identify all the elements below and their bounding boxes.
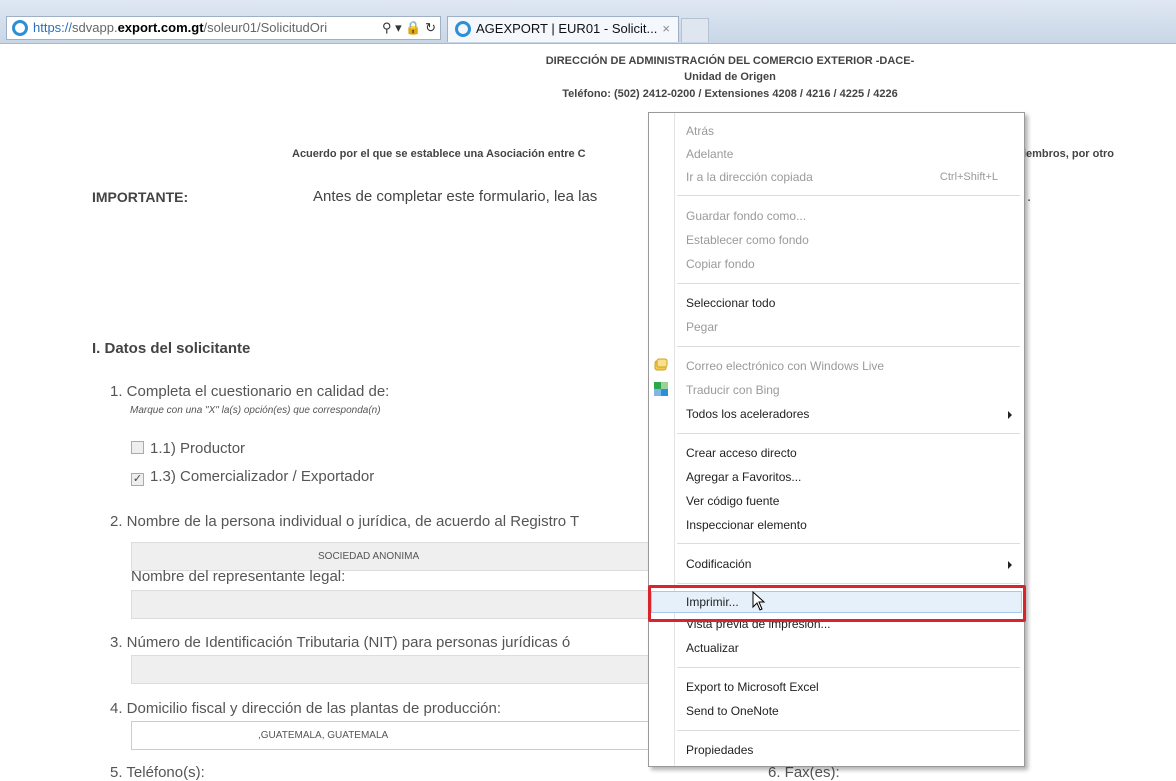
- important-text-tail: .: [1027, 188, 1032, 205]
- checkbox-productor[interactable]: 1.1) Productor: [131, 440, 245, 457]
- ie-logo-icon: [12, 20, 28, 36]
- browser-toolbar: https://sdvapp.export.com.gt/soleur01/So…: [0, 0, 1176, 44]
- bing-translate-icon: [654, 382, 668, 396]
- tab-close-icon[interactable]: ×: [662, 17, 670, 41]
- url-path: /soleur01/SolicitudOri: [203, 20, 328, 35]
- menu-item-translate-bing[interactable]: Traducir con Bing: [686, 383, 780, 397]
- menu-item-forward[interactable]: Adelante: [686, 147, 733, 161]
- menu-item-encoding[interactable]: Codificación: [686, 557, 751, 571]
- address-tools-icons[interactable]: ⚲ ▾ 🔒 ↻: [378, 17, 436, 39]
- address-field[interactable]: ,GUATEMALA, GUATEMALA: [131, 721, 651, 750]
- submenu-arrow-icon: [1008, 411, 1012, 419]
- checkbox-unchecked-icon[interactable]: [131, 441, 144, 454]
- question-2: 2. Nombre de la persona individual o jur…: [110, 513, 580, 530]
- question-1: 1. Completa el cuestionario en calidad d…: [110, 383, 390, 400]
- goto-shortcut: Ctrl+Shift+L: [939, 171, 998, 183]
- menu-item-goto-copied[interactable]: Ir a la dirección copiada: [686, 170, 813, 184]
- menu-item-create-shortcut[interactable]: Crear acceso directo: [686, 446, 797, 460]
- menu-item-paste[interactable]: Pegar: [686, 320, 718, 334]
- menu-item-properties[interactable]: Propiedades: [686, 743, 753, 757]
- question-3: 3. Número de Identificación Tributaria (…: [110, 634, 571, 651]
- tab-title: AGEXPORT | EUR01 - Solicit...: [476, 21, 658, 36]
- menu-item-email-live[interactable]: Correo electrónico con Windows Live: [686, 359, 884, 373]
- checkmark-icon[interactable]: ✓: [131, 473, 144, 486]
- menu-separator: [677, 543, 1020, 544]
- section-title: I. Datos del solicitante: [92, 340, 251, 357]
- menu-gutter: [674, 113, 675, 766]
- submenu-arrow-icon: [1008, 561, 1012, 569]
- url-host-a: sdvapp.: [72, 20, 118, 35]
- tab-ie-icon: [455, 21, 471, 37]
- acuerdo-text: Acuerdo por el que se establece una Asoc…: [292, 148, 586, 160]
- checkbox-comercializador[interactable]: ✓ 1.3) Comercializador / Exportador: [131, 468, 374, 486]
- menu-item-inspect[interactable]: Inspeccionar elemento: [686, 518, 807, 532]
- company-name-field[interactable]: SOCIEDAD ANONIMA: [131, 542, 651, 571]
- menu-separator: [677, 730, 1020, 731]
- menu-item-select-all[interactable]: Seleccionar todo: [686, 296, 775, 310]
- menu-item-copy-background[interactable]: Copiar fondo: [686, 257, 755, 271]
- nit-field[interactable]: [131, 655, 651, 684]
- menu-item-view-source[interactable]: Ver código fuente: [686, 494, 779, 508]
- menu-item-all-accelerators[interactable]: Todos los aceleradores: [686, 407, 809, 421]
- new-tab-button[interactable]: [681, 18, 709, 42]
- url-host-b: export.com.gt: [117, 20, 204, 35]
- menu-item-add-favorites[interactable]: Agregar a Favoritos...: [686, 470, 801, 484]
- menu-item-refresh[interactable]: Actualizar: [686, 641, 739, 655]
- checkbox-comercializador-label: 1.3) Comercializador / Exportador: [150, 468, 375, 485]
- address-value: ,GUATEMALA, GUATEMALA: [258, 730, 389, 741]
- menu-item-send-onenote[interactable]: Send to OneNote: [686, 704, 779, 718]
- company-name-value: SOCIEDAD ANONIMA: [318, 551, 420, 562]
- menu-item-back[interactable]: Atrás: [686, 124, 714, 138]
- context-menu: Atrás Adelante Ir a la dirección copiada…: [648, 112, 1025, 767]
- address-bar[interactable]: https://sdvapp.export.com.gt/soleur01/So…: [6, 16, 441, 40]
- menu-item-set-background[interactable]: Establecer como fondo: [686, 233, 809, 247]
- menu-separator: [677, 283, 1020, 284]
- question-5: 5. Teléfono(s):: [110, 764, 205, 781]
- header-line-1: DIRECCIÓN DE ADMINISTRACIÓN DEL COMERCIO…: [545, 55, 915, 67]
- browser-tab-active[interactable]: AGEXPORT | EUR01 - Solicit... ×: [447, 16, 679, 42]
- important-text: Antes de completar este formulario, lea …: [313, 188, 598, 205]
- question-1-hint: Marque con una "X" la(s) opción(es) que …: [130, 405, 381, 416]
- menu-separator: [677, 667, 1020, 668]
- mouse-pointer-icon: [752, 591, 766, 611]
- legal-rep-label: Nombre del representante legal:: [131, 568, 346, 585]
- menu-item-save-background[interactable]: Guardar fondo como...: [686, 209, 806, 223]
- windows-live-mail-icon: [654, 358, 668, 371]
- menu-separator: [677, 583, 1020, 584]
- question-4: 4. Domicilio fiscal y dirección de las p…: [110, 700, 502, 717]
- menu-separator: [677, 433, 1020, 434]
- menu-separator: [677, 195, 1020, 196]
- menu-item-export-excel[interactable]: Export to Microsoft Excel: [686, 680, 819, 694]
- checkbox-productor-label: 1.1) Productor: [150, 440, 246, 457]
- header-line-3: Teléfono: (502) 2412-0200 / Extensiones …: [562, 88, 898, 100]
- highlight-box: [648, 585, 1026, 622]
- important-label: IMPORTANTE:: [92, 189, 189, 205]
- legal-rep-field[interactable]: [131, 590, 651, 619]
- url-prefix: https://: [33, 20, 73, 35]
- header-line-2: Unidad de Origen: [684, 71, 776, 83]
- menu-separator: [677, 346, 1020, 347]
